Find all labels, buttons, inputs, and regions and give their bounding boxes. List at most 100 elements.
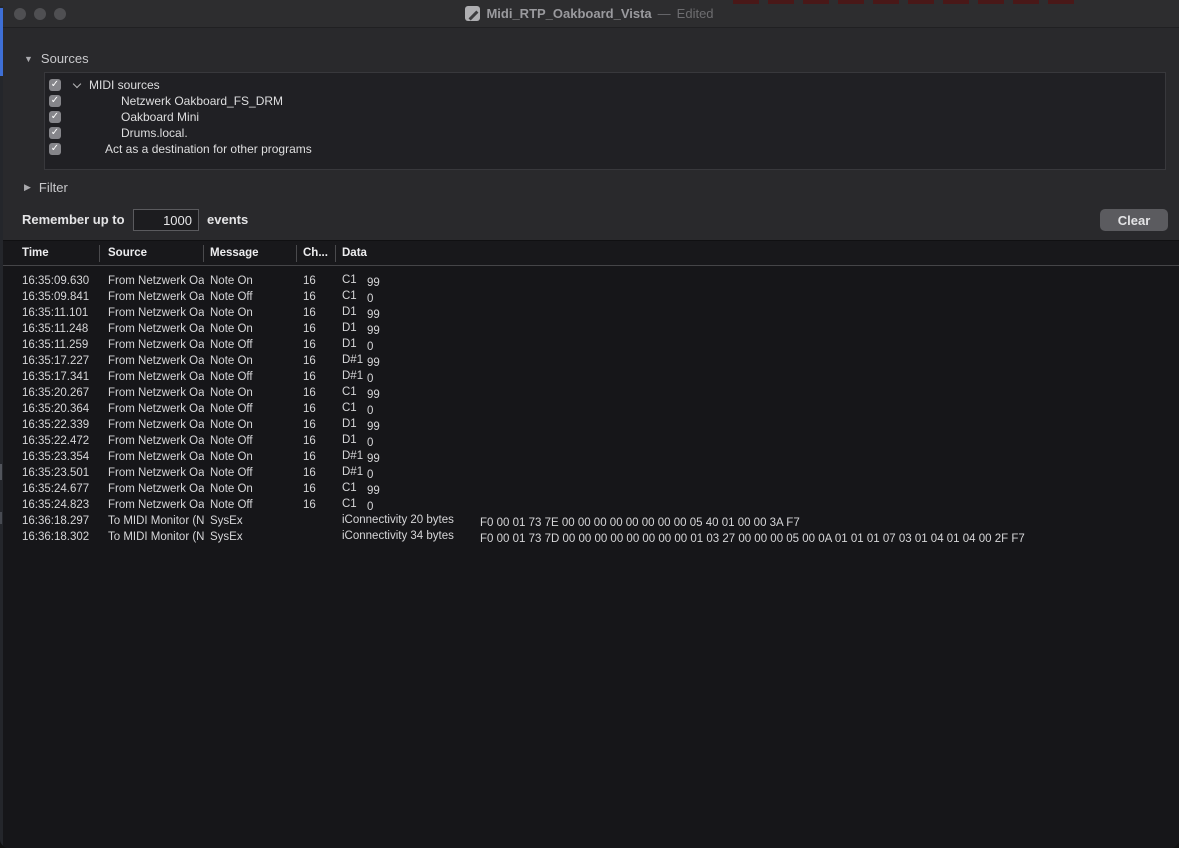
- event-data-primary: D#1: [342, 450, 367, 462]
- event-data-primary: D1: [342, 434, 367, 446]
- event-time: 16:35:11.259: [0, 339, 100, 351]
- event-source: From Netzwerk Oa: [100, 323, 204, 335]
- background-window-blue-edge: [0, 8, 3, 76]
- source-item-label: Drums.local.: [121, 126, 188, 140]
- event-channel: 16: [297, 451, 336, 463]
- event-data-secondary: 0: [367, 437, 373, 449]
- event-time: 16:35:20.267: [0, 387, 100, 399]
- event-message: Note On: [204, 355, 297, 367]
- event-channel: 16: [297, 403, 336, 415]
- event-channel: 16: [297, 291, 336, 303]
- source-list-item[interactable]: ✓ Act as a destination for other program…: [45, 141, 1165, 157]
- event-channel: 16: [297, 435, 336, 447]
- event-data-primary: C1: [342, 498, 367, 510]
- event-row[interactable]: 16:35:11.259 From Netzwerk Oa Note Off 1…: [0, 337, 1179, 353]
- event-source: To MIDI Monitor (N: [100, 515, 204, 527]
- event-source: From Netzwerk Oa: [100, 339, 204, 351]
- source-item-label: Oakboard Mini: [121, 110, 199, 124]
- event-row[interactable]: 16:35:22.472 From Netzwerk Oa Note Off 1…: [0, 433, 1179, 449]
- source-list-item[interactable]: ✓ MIDI sources: [45, 77, 1165, 93]
- event-data: D199: [336, 418, 1179, 433]
- event-row[interactable]: 16:35:23.354 From Netzwerk Oa Note On 16…: [0, 449, 1179, 465]
- event-data-primary: D1: [342, 338, 367, 350]
- column-header-message[interactable]: Message: [204, 245, 297, 262]
- filter-section-header[interactable]: ▶ Filter: [24, 180, 68, 195]
- background-window-artifact: [733, 0, 1083, 4]
- event-row[interactable]: 16:35:11.101 From Netzwerk Oa Note On 16…: [0, 305, 1179, 321]
- column-header-source[interactable]: Source: [100, 245, 204, 262]
- event-channel: 16: [297, 371, 336, 383]
- event-data-primary: iConnectivity 20 bytes: [342, 514, 480, 526]
- remember-row: Remember up to events Clear: [0, 206, 1179, 234]
- column-header-channel[interactable]: Ch...: [297, 245, 336, 262]
- clear-button[interactable]: Clear: [1100, 209, 1168, 231]
- event-data-primary: D1: [342, 322, 367, 334]
- chevron-down-icon[interactable]: [73, 81, 81, 89]
- checkbox-checked-icon[interactable]: ✓: [49, 79, 61, 91]
- event-source: From Netzwerk Oa: [100, 419, 204, 431]
- event-row[interactable]: 16:35:09.841 From Netzwerk Oa Note Off 1…: [0, 289, 1179, 305]
- event-row[interactable]: 16:35:22.339 From Netzwerk Oa Note On 16…: [0, 417, 1179, 433]
- checkbox-checked-icon[interactable]: ✓: [49, 111, 61, 123]
- event-time: 16:35:23.501: [0, 467, 100, 479]
- sources-list: ✓ MIDI sources ✓ Netzwerk Oakboard_FS_DR…: [44, 72, 1166, 170]
- event-source: From Netzwerk Oa: [100, 291, 204, 303]
- event-message: Note On: [204, 387, 297, 399]
- title-separator: —: [658, 6, 671, 21]
- event-channel: 16: [297, 275, 336, 287]
- close-button[interactable]: [14, 8, 26, 20]
- event-data: C10: [336, 498, 1179, 513]
- event-row[interactable]: 16:35:23.501 From Netzwerk Oa Note Off 1…: [0, 465, 1179, 481]
- source-list-item[interactable]: ✓ Oakboard Mini: [45, 109, 1165, 125]
- event-row[interactable]: 16:35:17.341 From Netzwerk Oa Note Off 1…: [0, 369, 1179, 385]
- disclosure-triangle-open-icon[interactable]: ▼: [24, 54, 33, 64]
- event-data: C10: [336, 290, 1179, 305]
- event-row[interactable]: 16:35:24.677 From Netzwerk Oa Note On 16…: [0, 481, 1179, 497]
- event-row[interactable]: 16:35:17.227 From Netzwerk Oa Note On 16…: [0, 353, 1179, 369]
- event-data: D#10: [336, 466, 1179, 481]
- event-row[interactable]: 16:35:11.248 From Netzwerk Oa Note On 16…: [0, 321, 1179, 337]
- source-list-item[interactable]: ✓ Drums.local.: [45, 125, 1165, 141]
- event-row[interactable]: 16:36:18.302 To MIDI Monitor (N SysEx iC…: [0, 529, 1179, 545]
- event-data-secondary: 0: [367, 341, 373, 353]
- event-time: 16:35:20.364: [0, 403, 100, 415]
- event-source: From Netzwerk Oa: [100, 467, 204, 479]
- event-row[interactable]: 16:35:20.364 From Netzwerk Oa Note Off 1…: [0, 401, 1179, 417]
- event-time: 16:35:17.341: [0, 371, 100, 383]
- source-item-label: Act as a destination for other programs: [105, 142, 312, 156]
- remember-prefix-label: Remember up to: [22, 212, 125, 227]
- minimize-button[interactable]: [34, 8, 46, 20]
- column-header-data[interactable]: Data: [336, 245, 1179, 262]
- checkbox-checked-icon[interactable]: ✓: [49, 143, 61, 155]
- event-row[interactable]: 16:35:09.630 From Netzwerk Oa Note On 16…: [0, 273, 1179, 289]
- window-title: Midi_RTP_Oakboard_Vista: [486, 6, 651, 21]
- event-row[interactable]: 16:35:24.823 From Netzwerk Oa Note Off 1…: [0, 497, 1179, 513]
- event-time: 16:35:11.101: [0, 307, 100, 319]
- event-time: 16:35:09.841: [0, 291, 100, 303]
- event-message: Note Off: [204, 339, 297, 351]
- event-data-primary: iConnectivity 34 bytes: [342, 530, 480, 542]
- event-message: Note On: [204, 323, 297, 335]
- event-row[interactable]: 16:35:20.267 From Netzwerk Oa Note On 16…: [0, 385, 1179, 401]
- checkbox-checked-icon[interactable]: ✓: [49, 127, 61, 139]
- sources-section-label: Sources: [41, 51, 89, 66]
- event-data-primary: C1: [342, 482, 367, 494]
- disclosure-triangle-closed-icon[interactable]: ▶: [24, 182, 31, 193]
- event-channel: 16: [297, 483, 336, 495]
- event-message: Note On: [204, 307, 297, 319]
- titlebar: Midi_RTP_Oakboard_Vista — Edited: [0, 0, 1179, 28]
- checkbox-checked-icon[interactable]: ✓: [49, 95, 61, 107]
- event-data: iConnectivity 34 bytesF0 00 01 73 7D 00 …: [336, 530, 1179, 545]
- source-item-label: Netzwerk Oakboard_FS_DRM: [121, 94, 283, 108]
- edited-badge: Edited: [677, 6, 714, 21]
- remember-events-input[interactable]: [133, 209, 199, 231]
- event-row[interactable]: 16:36:18.297 To MIDI Monitor (N SysEx iC…: [0, 513, 1179, 529]
- column-header-time[interactable]: Time: [0, 245, 100, 262]
- zoom-button[interactable]: [54, 8, 66, 20]
- event-table-body: 16:35:09.630 From Netzwerk Oa Note On 16…: [0, 266, 1179, 545]
- event-channel: 16: [297, 499, 336, 511]
- source-list-item[interactable]: ✓ Netzwerk Oakboard_FS_DRM: [45, 93, 1165, 109]
- sources-section-header[interactable]: ▼ Sources: [24, 51, 89, 66]
- event-data-primary: C1: [342, 402, 367, 414]
- event-time: 16:35:23.354: [0, 451, 100, 463]
